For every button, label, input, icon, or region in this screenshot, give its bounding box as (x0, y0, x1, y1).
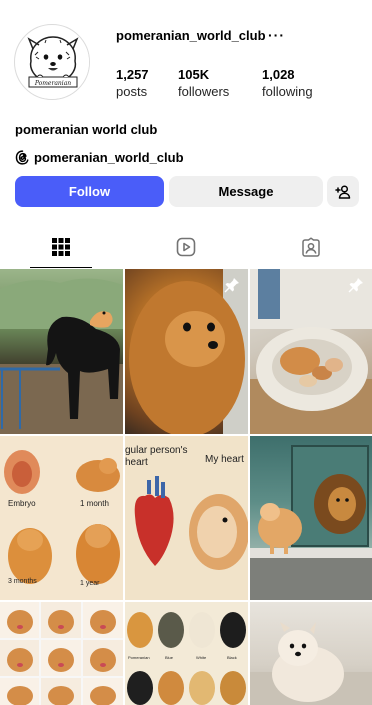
dogs-in-bed-image (250, 269, 372, 434)
regular-heart-label: gular person's heart (125, 445, 188, 468)
grid-icon (52, 238, 70, 256)
posts-label: posts (116, 84, 148, 99)
suggested-accounts-button[interactable] (327, 176, 359, 207)
tab-reels[interactable] (155, 226, 217, 268)
post-thumbnail[interactable]: Pomeranian Blue White Black (125, 602, 248, 705)
post-thumbnail[interactable]: gular person's heart My heart (125, 436, 248, 600)
profile-tabs (0, 226, 372, 268)
profile-username: pomeranian_world_club (116, 28, 266, 43)
add-person-icon (335, 184, 351, 199)
follow-button[interactable]: Follow (15, 176, 164, 207)
profile-header: Pomeranian pomeranian_world_club ··· 1,2… (0, 0, 372, 118)
message-button[interactable]: Message (169, 176, 323, 207)
post-thumbnail[interactable] (250, 436, 372, 600)
dog-lion-mirror-image (250, 445, 372, 600)
posts-count: 1,257 (116, 67, 149, 82)
embryo-label: Embryo (8, 499, 36, 508)
profile-full-name: pomeranian world club (15, 122, 158, 137)
stat-posts: 1,257 posts (116, 66, 149, 100)
following-count: 1,028 (262, 67, 295, 82)
pomeranian-logo-icon: Pomeranian (16, 26, 89, 99)
post-thumbnail[interactable] (0, 602, 123, 705)
pinned-icon (348, 278, 363, 293)
color-label: Blue (165, 655, 174, 660)
color-label: White (196, 655, 207, 660)
pomeranian-closeup-image (129, 269, 248, 434)
following-label: following (262, 84, 313, 99)
post-thumbnail[interactable]: Embryo 1 month 3 months 1 year (0, 436, 123, 600)
posts-grid: Embryo 1 month 3 months 1 year gular per… (0, 269, 372, 705)
threads-handle: pomeranian_world_club (34, 150, 184, 165)
more-options-icon[interactable]: ··· (268, 27, 285, 43)
horse-with-dog-image (0, 278, 123, 434)
tagged-icon (302, 237, 320, 257)
profile-avatar[interactable]: Pomeranian (14, 24, 90, 100)
pomeranian-colors-image (127, 612, 246, 705)
one-month-label: 1 month (80, 499, 109, 508)
post-thumbnail[interactable] (250, 602, 372, 705)
stat-followers[interactable]: 105K followers (178, 66, 229, 100)
followers-label: followers (178, 84, 230, 99)
pomeranian-expressions-image (0, 602, 123, 705)
post-thumbnail[interactable] (0, 269, 123, 434)
growth-stages-image (4, 450, 120, 584)
my-heart-label: My heart (205, 454, 244, 465)
avatar-caption: Pomeranian (34, 80, 71, 87)
followers-count: 105K (178, 67, 210, 82)
post-thumbnail[interactable] (250, 269, 372, 434)
pomeranian-sitting-image (250, 622, 372, 705)
tab-tagged[interactable] (280, 226, 342, 268)
three-months-label: 3 months (8, 578, 37, 585)
one-year-label: 1 year (80, 580, 100, 587)
tab-posts-grid[interactable] (30, 226, 92, 268)
threads-link[interactable]: pomeranian_world_club (15, 150, 184, 165)
pinned-icon (224, 278, 239, 293)
reels-icon (176, 237, 196, 257)
post-thumbnail[interactable] (125, 269, 248, 434)
color-label: Pomeranian (128, 655, 150, 660)
color-label: Black (227, 655, 237, 660)
stat-following[interactable]: 1,028 following (262, 66, 313, 100)
threads-icon (15, 150, 29, 165)
